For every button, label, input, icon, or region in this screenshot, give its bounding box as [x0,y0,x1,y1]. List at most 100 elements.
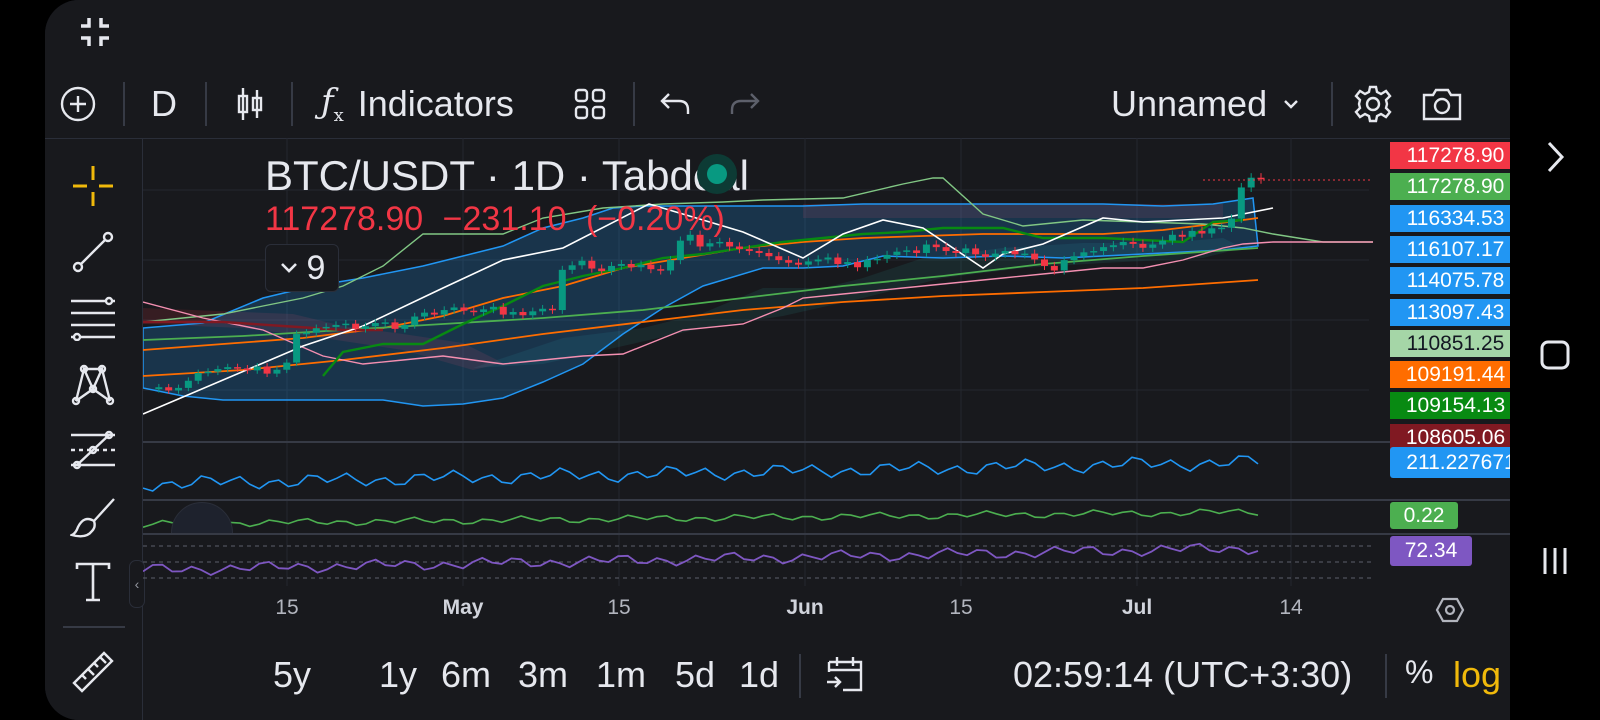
clock-timezone[interactable]: 02:59:14 (UTC+3:30) [1013,654,1352,696]
candle-body [1060,260,1068,271]
indicators-collapse-button[interactable]: 9 [265,244,339,292]
forward-nav-button[interactable] [1510,140,1600,174]
top-row [45,0,1510,70]
range-1y[interactable]: 1y [379,654,417,696]
candle-body [489,306,497,310]
add-symbol-button[interactable] [59,82,97,126]
range-5d[interactable]: 5d [675,654,715,696]
candle-body [745,249,753,252]
trend-line-tool[interactable] [65,224,121,280]
candle-body [913,250,921,253]
range-6m[interactable]: 6m [441,654,491,696]
crosshair-icon [73,166,113,206]
layout-menu-button[interactable]: Unnamed [1111,82,1301,126]
candle-body [214,369,222,372]
redo-button[interactable] [729,82,761,126]
toolbar-divider [633,82,635,126]
candle-body [450,307,458,311]
crosshair-tool[interactable] [65,158,121,214]
candle-body [1218,227,1226,230]
toolbar-divider [1331,82,1333,126]
candle-body [1237,187,1245,219]
candle-body [844,262,852,264]
candle-body [243,368,251,371]
candle-body [539,308,547,312]
ruler-tool[interactable] [65,644,121,700]
recents-nav-button[interactable] [1510,546,1600,576]
snapshot-button[interactable] [1421,82,1463,126]
candle-body [342,323,350,326]
settings-button[interactable] [1353,82,1393,126]
indicators-button[interactable]: ƒx Indicators [321,82,514,126]
indicator-line-1 [142,455,1259,492]
pattern-icon [71,364,115,406]
candle-body [952,251,960,253]
candle-body [1257,177,1265,180]
prediction-icon [71,430,115,470]
candle-body [991,253,999,257]
plus-circle-icon [60,86,96,122]
top-toolbar: D ƒx Indicators Unnamed [45,70,1510,139]
x-axis-label: 15 [949,596,973,619]
candle-body [1119,241,1127,246]
market-status-icon[interactable] [697,154,737,194]
range-5y[interactable]: 5y [273,654,311,696]
candle-body [627,264,635,268]
candle-body [480,309,488,312]
range-1d[interactable]: 1d [739,654,779,696]
brush-tool[interactable] [65,488,121,544]
scroll-to-realtime-button[interactable] [1435,596,1465,629]
candle-body [460,307,468,311]
chart-type-button[interactable] [235,82,265,126]
candle-body [647,264,655,270]
fib-tool[interactable] [65,290,121,346]
forecast-tool[interactable] [65,422,121,478]
candle-body [578,260,586,266]
text-tool[interactable] [65,554,121,610]
undo-button[interactable] [659,82,691,126]
candle-body [1198,230,1206,234]
candle-body [293,334,301,363]
range-1m[interactable]: 1m [596,654,646,696]
candle-body [676,240,684,261]
price-axis-label: 110851.25 [1390,329,1510,357]
log-scale-toggle[interactable]: log [1453,654,1501,696]
exit-fullscreen-icon[interactable] [79,16,111,48]
toolbar-divider [1385,654,1387,698]
candle-body [381,322,389,324]
x-axis-label: 15 [275,596,299,619]
range-3m[interactable]: 3m [518,654,568,696]
candles-icon [237,88,263,120]
symbol-title[interactable]: BTC/USDT · 1D · Tabdeal [265,152,749,200]
candle-body [608,265,616,272]
candle-body [598,268,606,272]
trend-line-icon [72,231,114,273]
pattern-tool[interactable] [65,356,121,412]
candle-body [1011,251,1019,255]
templates-button[interactable] [573,82,607,126]
candle-body [775,256,783,261]
candle-body [814,259,822,262]
horizontal-lines-icon [71,296,115,341]
drawing-toolbar: ‹ [45,138,145,720]
candle-body [1080,252,1088,257]
candle-body [1129,241,1137,244]
interval-button[interactable]: D [151,82,177,126]
price-axis-label: 116334.53 [1390,204,1510,232]
toolbar-divider [799,654,801,698]
home-nav-button[interactable] [1510,340,1600,370]
candle-body [942,247,950,252]
price-change-percent: (−0.20%) [585,200,725,238]
candle-body [1070,256,1078,261]
interval-label: D [151,83,177,124]
candle-body [470,310,478,313]
candle-body [1227,218,1235,228]
indicator-count: 9 [306,248,326,287]
percent-scale-toggle[interactable]: % [1405,654,1433,691]
app-window: D ƒx Indicators Unnamed ‹ BTC/USDT · 1D … [45,0,1510,720]
chart-area[interactable]: BTC/USDT · 1D · Tabdeal 117278.90 −231.1… [142,138,1510,720]
candle-body [1188,230,1196,237]
go-to-date-button[interactable] [825,654,865,699]
candle-body [430,312,438,315]
candle-body [1041,259,1049,266]
